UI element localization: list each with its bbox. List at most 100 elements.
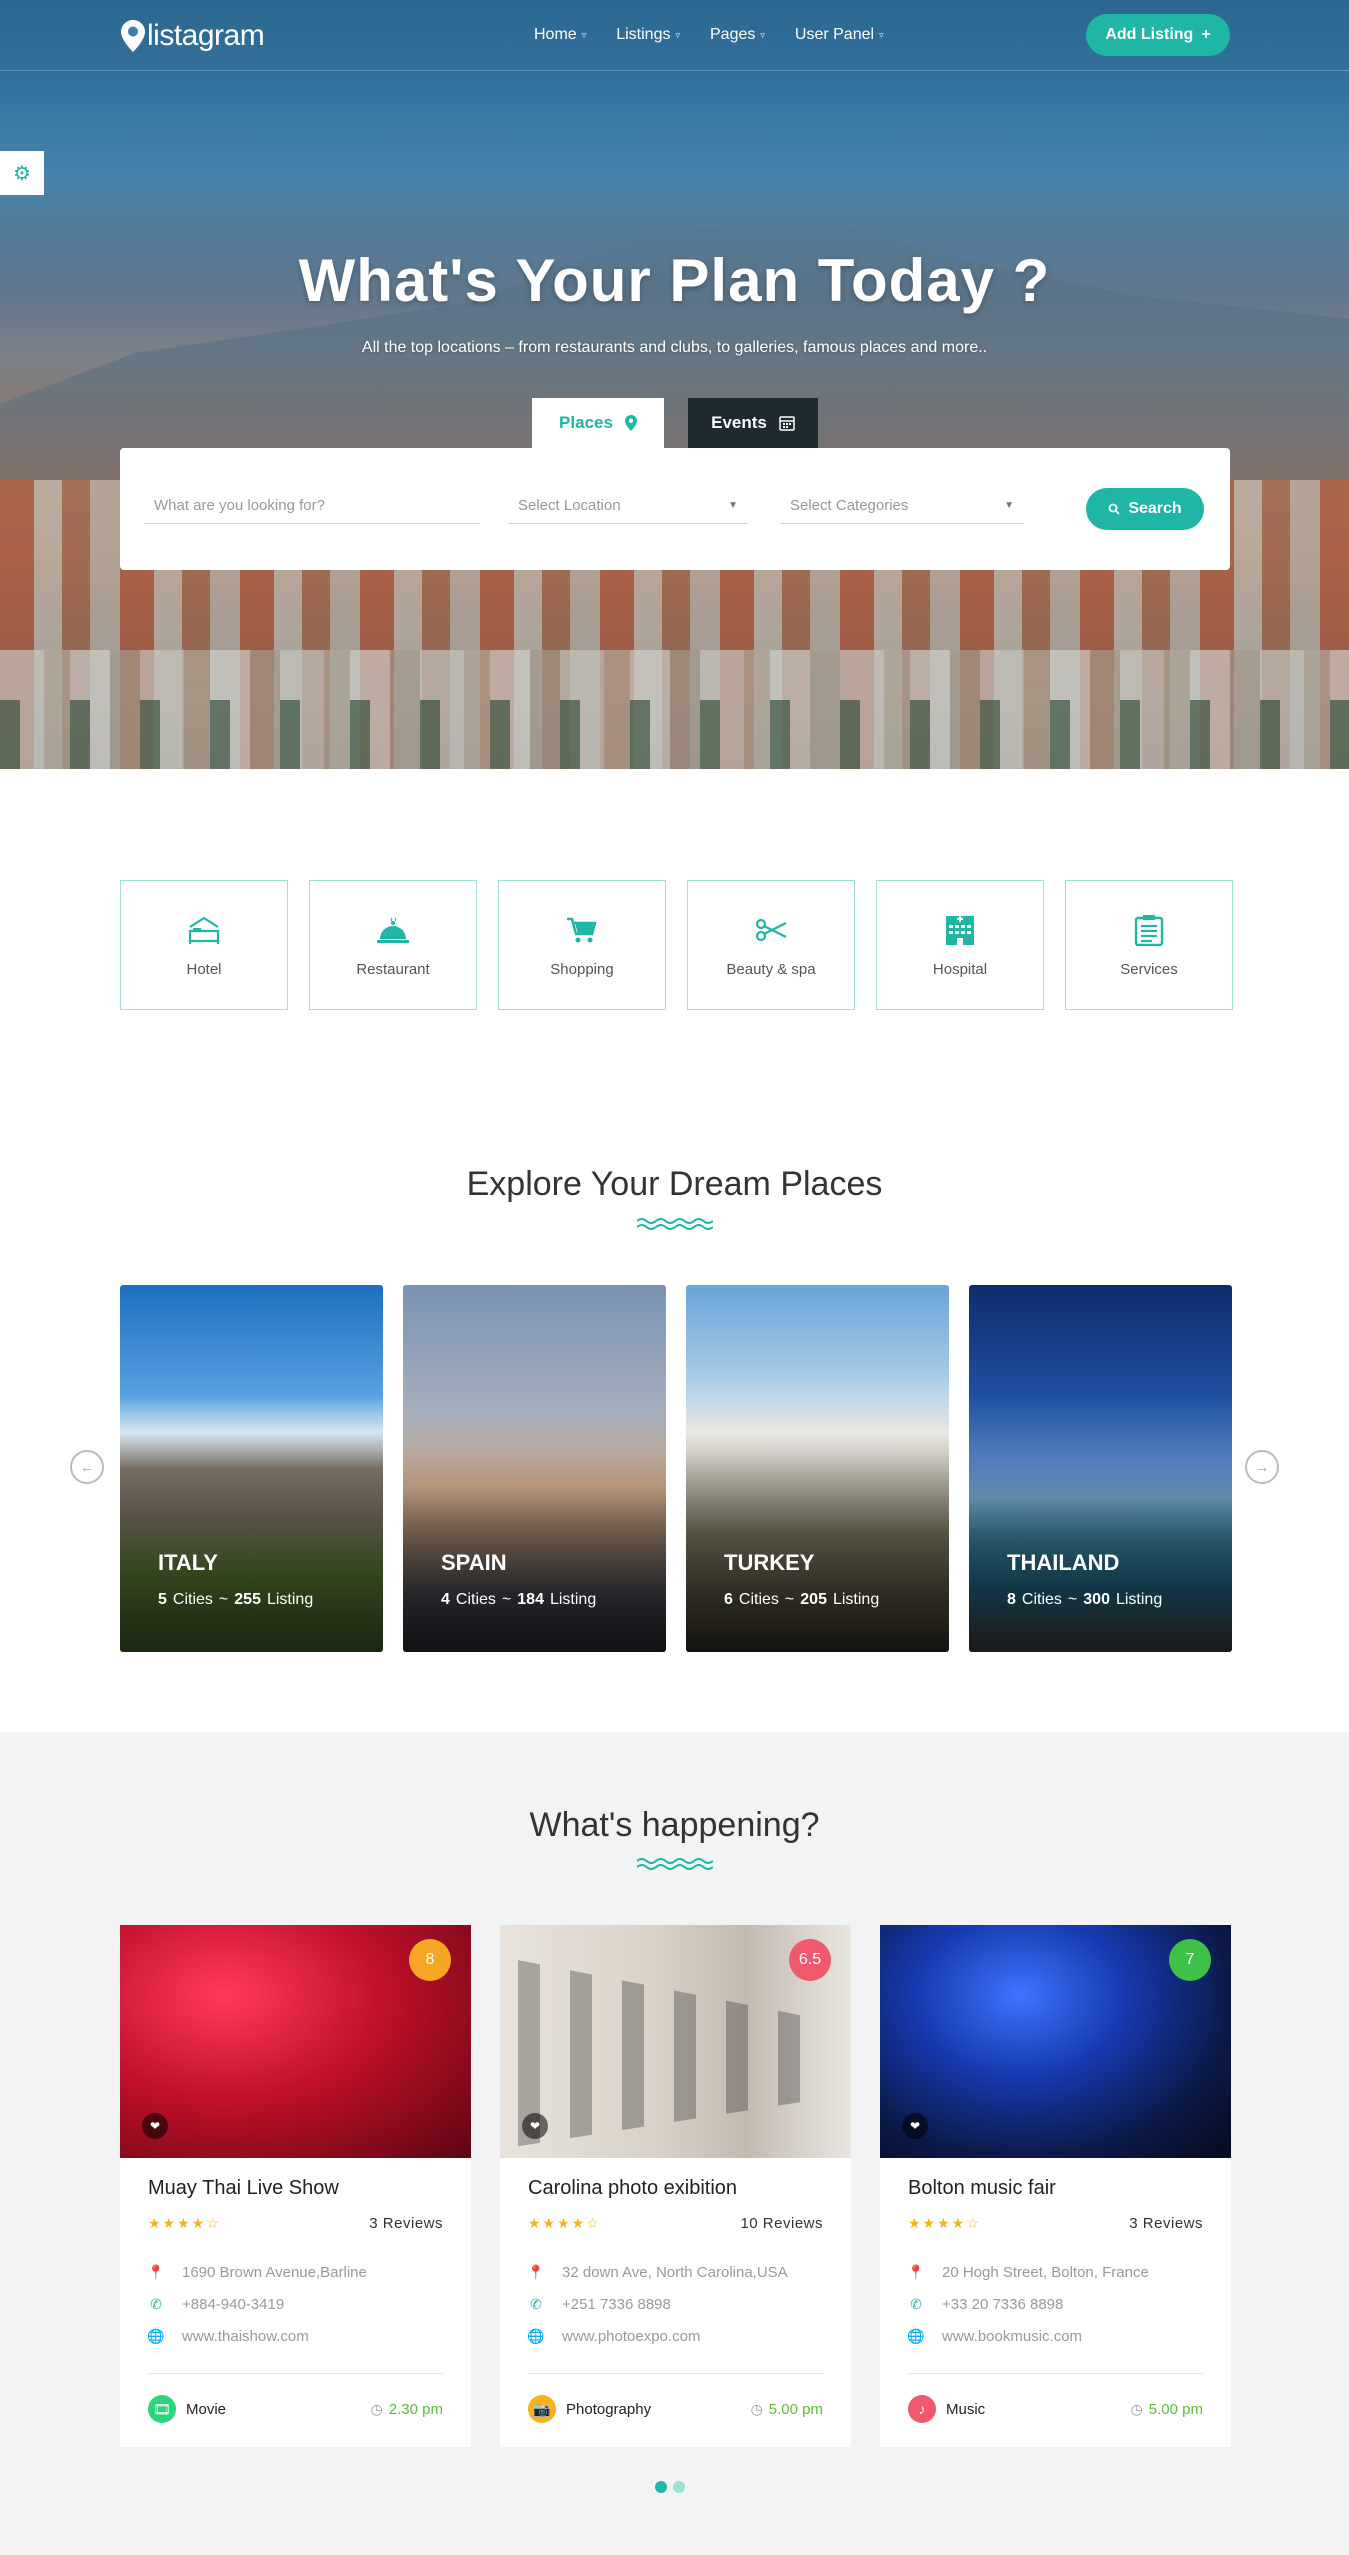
event-time: ◷ 5.00 pm — [1131, 2401, 1203, 2418]
event-card[interactable]: 6.5 ❤ Carolina photo exibition ★★★★☆ 10 … — [500, 1925, 851, 2447]
category-shopping[interactable]: Shopping — [498, 880, 666, 1010]
category-label: Shopping — [550, 960, 614, 978]
rating-stars: ★★★★☆ — [908, 2215, 981, 2231]
menu-item-pages[interactable]: Pages ▿ — [710, 26, 765, 44]
tab-events[interactable]: Events — [688, 398, 818, 448]
event-card[interactable]: 7 ❤ Bolton music fair ★★★★☆ 3 Reviews 📍 2… — [880, 1925, 1231, 2447]
search-placeholder: What are you looking for? — [154, 497, 325, 514]
website-row[interactable]: 🌐 www.thaishow.com — [147, 2328, 308, 2345]
hospital-icon — [942, 913, 978, 947]
phone-text: +33 20 7336 8898 — [942, 2296, 1064, 2313]
event-category[interactable]: 📷 Photography — [528, 2395, 651, 2423]
event-title[interactable]: Carolina photo exibition — [528, 2177, 737, 2200]
phone-text: +251 7336 8898 — [562, 2296, 671, 2313]
search-input[interactable]: What are you looking for? — [144, 488, 480, 524]
card-divider — [908, 2373, 1203, 2374]
place-meta: 6 Cities ~205 Listing — [724, 1591, 879, 1609]
map-pin-icon: 📍 — [147, 2264, 165, 2280]
place-name: ITALY — [158, 1550, 218, 1575]
place-name: TURKEY — [724, 1550, 815, 1575]
category-label: Restaurant — [356, 960, 430, 978]
chevron-down-icon: ▿ — [675, 29, 680, 40]
phone-row: ✆ +33 20 7336 8898 — [908, 2296, 1063, 2313]
search-button[interactable]: Search — [1086, 488, 1204, 530]
card-divider — [148, 2373, 443, 2374]
gear-icon: ⚙ — [13, 162, 31, 185]
caret-down-icon: ▼ — [1004, 500, 1014, 511]
map-pin-icon: 📍 — [907, 2264, 925, 2280]
arrow-right-icon: → — [1255, 1459, 1269, 1475]
menu-item-listings[interactable]: Listings ▿ — [616, 26, 680, 44]
tab-places[interactable]: Places — [532, 398, 664, 448]
event-title[interactable]: Muay Thai Live Show — [148, 2177, 339, 2200]
carousel-dot-active[interactable] — [655, 2481, 667, 2493]
review-count: 3 Reviews — [1129, 2215, 1203, 2232]
chevron-down-icon: ▿ — [581, 29, 587, 40]
logo[interactable]: listagram — [120, 18, 265, 54]
heart-icon[interactable]: ❤ — [522, 2113, 548, 2139]
time-text: 5.00 pm — [1148, 2401, 1203, 2418]
category-services[interactable]: Services — [1065, 880, 1233, 1010]
listing-word: Listing — [266, 1591, 314, 1608]
listing-count: 300 — [1083, 1591, 1110, 1608]
listing-word: Listing — [1115, 1591, 1163, 1608]
event-category[interactable]: ♪ Music — [908, 2395, 985, 2423]
separator: ~ — [784, 1591, 795, 1608]
category-label: Hotel — [186, 960, 222, 978]
place-card-turkey[interactable]: TURKEY 6 Cities ~205 Listing — [686, 1285, 949, 1652]
main-menu: Home ▿ Listings ▿ Pages ▿ User Panel ▿ — [534, 26, 884, 44]
category-hotel[interactable]: Hotel — [120, 880, 288, 1010]
event-image: 6.5 ❤ — [500, 1925, 851, 2158]
address-text: 32 down Ave, North Carolina,USA — [562, 2264, 788, 2281]
menu-item-home[interactable]: Home ▿ — [534, 26, 586, 44]
places-carousel: ITALY 5 Cities ~255 Listing SPAIN 4 Cities ~1… — [120, 1285, 1232, 1652]
place-card-thailand[interactable]: THAILAND 8 Cities ~300 Listing — [969, 1285, 1232, 1652]
heart-icon[interactable]: ❤ — [902, 2113, 928, 2139]
rating-stars: ★★★★☆ — [148, 2215, 221, 2231]
website-row[interactable]: 🌐 www.photoexpo.com — [527, 2328, 700, 2345]
carousel-next-button[interactable]: → — [1245, 1450, 1279, 1484]
map-pin-icon — [624, 415, 637, 431]
website-row[interactable]: 🌐 www.bookmusic.com — [907, 2328, 1082, 2345]
search-icon — [1108, 503, 1120, 515]
clock-icon: ◷ — [1130, 2401, 1143, 2417]
phone-icon: ✆ — [910, 2296, 922, 2312]
hero-subtitle: All the top locations – from restaurants… — [361, 339, 988, 356]
events-list: 8 ❤ Muay Thai Live Show ★★★★☆ 3 Reviews … — [120, 1925, 1231, 2447]
camera-icon: 📷 — [528, 2395, 556, 2423]
carousel-dot[interactable] — [673, 2481, 685, 2493]
listing-word: Listing — [832, 1591, 880, 1608]
address-text: 20 Hogh Street, Bolton, France — [942, 2264, 1149, 2281]
event-time: ◷ 5.00 pm — [751, 2401, 823, 2418]
caret-down-icon: ▼ — [728, 500, 738, 511]
location-placeholder: Select Location — [518, 497, 621, 514]
event-card[interactable]: 8 ❤ Muay Thai Live Show ★★★★☆ 3 Reviews … — [120, 1925, 471, 2447]
category-text: Movie — [186, 2400, 227, 2418]
carousel-prev-button[interactable]: ← — [70, 1450, 104, 1484]
add-listing-button[interactable]: Add Listing + — [1086, 14, 1230, 56]
event-title[interactable]: Bolton music fair — [908, 2177, 1056, 2200]
place-card-italy[interactable]: ITALY 5 Cities ~255 Listing — [120, 1285, 383, 1652]
category-beauty-spa[interactable]: Beauty & spa — [687, 880, 855, 1010]
cities-count: 4 — [441, 1591, 450, 1608]
score-badge: 8 — [409, 1939, 451, 1981]
category-hospital[interactable]: Hospital — [876, 880, 1044, 1010]
menu-item-label: Listings — [616, 26, 671, 43]
settings-gear-button[interactable]: ⚙ — [0, 151, 44, 195]
event-time: ◷ 2.30 pm — [371, 2401, 443, 2418]
clock-icon: ◷ — [370, 2401, 383, 2417]
menu-item-user-panel[interactable]: User Panel ▿ — [795, 26, 884, 44]
heart-icon[interactable]: ❤ — [142, 2113, 168, 2139]
category-restaurant[interactable]: Restaurant — [309, 880, 477, 1010]
category-select[interactable]: Select Categories ▼ — [780, 488, 1024, 524]
address-text: 1690 Brown Avenue,Barline — [182, 2264, 367, 2281]
place-meta: 8 Cities ~300 Listing — [1007, 1591, 1162, 1609]
clock-icon: ◷ — [750, 2401, 763, 2417]
place-card-spain[interactable]: SPAIN 4 Cities ~184 Listing — [403, 1285, 666, 1652]
location-select[interactable]: Select Location ▼ — [508, 488, 748, 524]
place-meta: 5 Cities ~255 Listing — [158, 1591, 313, 1609]
cities-word: Cities — [455, 1591, 496, 1608]
chevron-down-icon: ▿ — [879, 29, 884, 40]
cloche-icon — [375, 913, 411, 947]
event-category[interactable]: 🎞 Movie — [148, 2395, 226, 2423]
